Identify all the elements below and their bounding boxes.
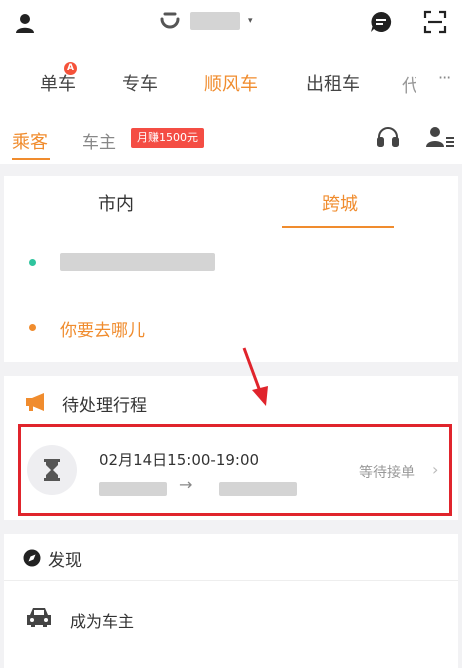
scan-icon[interactable] (423, 10, 447, 34)
chevron-right-icon: › (432, 460, 439, 479)
divider (4, 580, 458, 581)
bike-badge: A (64, 62, 77, 75)
role-tabs: 乘客 车主 月赚1500元 (0, 110, 462, 164)
megaphone-icon (26, 393, 44, 411)
become-driver-item[interactable]: 成为车主 (70, 608, 134, 632)
tab-passenger[interactable]: 乘客 (12, 128, 48, 154)
pending-trips-section: 待处理行程 02月14日15:00-19:00 → 等待接单 › (4, 376, 458, 520)
end-dot (29, 324, 36, 331)
trip-time: 02月14日15:00-19:00 (99, 451, 260, 469)
pending-title: 待处理行程 (62, 396, 147, 416)
trip-status: 等待接单 (359, 465, 415, 481)
trip-origin-redacted (99, 482, 167, 496)
tab-local[interactable]: 市内 (98, 190, 134, 216)
tab-intercity[interactable]: 跨城 (322, 190, 358, 216)
brand-logo[interactable]: ▾ (158, 9, 253, 33)
user-icon[interactable] (14, 12, 36, 34)
more-icon[interactable]: ··· (438, 68, 451, 87)
promo-badge[interactable]: 月赚1500元 (131, 128, 204, 148)
arrow-right-icon: → (179, 475, 193, 494)
hourglass-icon (44, 459, 60, 481)
top-bar: ▾ (0, 0, 462, 46)
intercity-underline (282, 226, 394, 228)
message-icon[interactable] (369, 10, 393, 34)
tab-premier[interactable]: 专车 (122, 70, 158, 96)
didi-logo-icon (160, 12, 180, 29)
car-icon (27, 608, 51, 627)
trip-destination-redacted (219, 482, 297, 496)
pending-trip-item[interactable]: 02月14日15:00-19:00 → 等待接单 › (18, 424, 452, 516)
tab-taxi[interactable]: 出租车 (306, 70, 360, 96)
chevron-down-icon: ▾ (248, 16, 253, 26)
discover-section: 发现 成为车主 (4, 534, 458, 668)
headset-icon[interactable] (376, 125, 400, 149)
tab-partial[interactable]: 代 (402, 72, 416, 94)
discover-title: 发现 (48, 551, 82, 571)
tab-owner[interactable]: 车主 (82, 128, 116, 153)
destination-input[interactable]: 你要去哪儿 (60, 316, 145, 341)
compass-icon (23, 549, 41, 567)
passenger-underline (12, 158, 50, 160)
tab-hitch[interactable]: 顺风车 (204, 70, 258, 96)
start-location-redacted[interactable] (60, 253, 215, 271)
city-name-redacted (190, 12, 240, 30)
route-card: 市内 跨城 你要去哪儿 (4, 176, 458, 362)
start-dot (29, 259, 36, 266)
service-tabs: 单车 A 专车 顺风车 出租车 代 ··· (0, 46, 462, 110)
hourglass-badge (27, 445, 77, 495)
annotation-arrow-icon (242, 347, 268, 406)
profile-list-icon[interactable] (426, 125, 454, 149)
